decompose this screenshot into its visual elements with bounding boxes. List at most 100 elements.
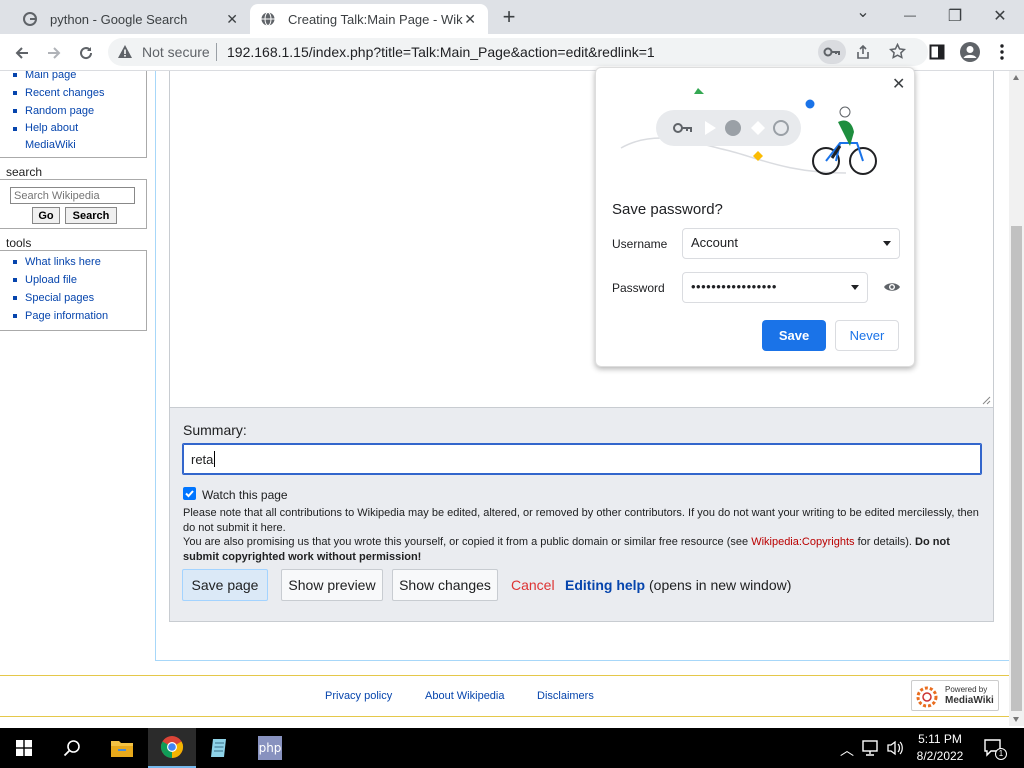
notepad-taskbar-button[interactable] [196, 728, 244, 768]
copyright-notice: Please note that all contributions to Wi… [183, 506, 983, 564]
taskbar-search-button[interactable] [48, 728, 96, 768]
menu-kebab-icon[interactable] [998, 43, 1006, 61]
key-icon[interactable] [818, 40, 846, 64]
php-icon: php [258, 736, 282, 760]
php-taskbar-button[interactable]: php [246, 728, 294, 768]
footer-link-disclaimers[interactable]: Disclaimers [537, 690, 594, 702]
go-button[interactable]: Go [32, 207, 60, 224]
chevron-down-icon [851, 285, 859, 290]
url-text[interactable]: 192.168.1.15/index.php?title=Talk:Main_P… [227, 44, 655, 60]
navigation-portlet: Main page Recent changes Random page Hel… [0, 71, 147, 158]
browser-toolbar: Not secure 192.168.1.15/index.php?title=… [0, 34, 1024, 71]
new-tab-button[interactable]: + [497, 4, 521, 30]
tool-link-what-links-here[interactable]: What links here [0, 253, 146, 271]
show-changes-button[interactable]: Show changes [392, 569, 498, 601]
show-preview-button[interactable]: Show preview [281, 569, 383, 601]
reload-icon[interactable] [74, 41, 98, 65]
save-password-dialog: ✕ Save password? Username Account Passwo… [595, 67, 915, 367]
close-tab-icon[interactable]: ✕ [464, 11, 476, 28]
scroll-up-arrow-icon[interactable] [1013, 75, 1019, 80]
nav-link-help-about[interactable]: Help about MediaWiki [0, 120, 110, 154]
nav-link-main-page[interactable]: Main page [0, 71, 146, 84]
tool-link-upload-file[interactable]: Upload file [0, 271, 146, 289]
php-label: php [258, 741, 282, 755]
copyrights-link[interactable]: Wikipedia:Copyrights [751, 536, 854, 548]
volume-icon[interactable] [886, 740, 904, 756]
text-cursor [214, 451, 215, 467]
powered-by-text: Powered by [945, 685, 988, 694]
never-button[interactable]: Never [835, 320, 899, 351]
close-window-button[interactable]: ✕ [988, 6, 1012, 26]
globe-icon [261, 12, 275, 26]
search-portlet: Go Search [0, 179, 147, 229]
tab-google-search[interactable]: python - Google Search ✕ [8, 4, 248, 34]
summary-input[interactable]: reta [182, 443, 982, 475]
username-value: Account [691, 235, 738, 250]
restore-button[interactable]: ❐ [943, 6, 967, 26]
chrome-taskbar-button[interactable] [148, 728, 196, 768]
network-icon[interactable] [862, 740, 880, 756]
watch-label[interactable]: Watch this page [202, 488, 288, 502]
powered-by-mediawiki-badge[interactable]: Powered by MediaWiki [911, 680, 999, 711]
editing-help: Editing help (opens in new window) [565, 577, 791, 593]
password-select[interactable]: ••••••••••••••••• [682, 272, 868, 303]
nav-link-recent-changes[interactable]: Recent changes [0, 84, 146, 102]
password-value: ••••••••••••••••• [691, 279, 777, 294]
notice-text-2-mid: for details). [854, 536, 916, 548]
back-icon[interactable] [10, 41, 34, 65]
forward-icon[interactable] [42, 41, 66, 65]
share-icon[interactable] [855, 44, 871, 60]
tool-link-special-pages[interactable]: Special pages [0, 289, 146, 307]
cancel-link[interactable]: Cancel [511, 577, 555, 593]
windows-taskbar: php ︿ 5:11 PM 8/2/2022 1 [0, 728, 1024, 768]
tab-creating-talk[interactable]: Creating Talk:Main Page - Wikipe ✕ [250, 4, 488, 34]
notice-text-1: Please note that all contributions to Wi… [183, 507, 979, 534]
watch-checkbox[interactable] [183, 487, 196, 500]
username-select[interactable]: Account [682, 228, 900, 259]
clock-date[interactable]: 8/2/2022 [914, 749, 966, 763]
scroll-down-arrow-icon[interactable] [1013, 717, 1019, 722]
tab-title: python - Google Search [50, 11, 188, 27]
close-dialog-icon[interactable]: ✕ [892, 74, 905, 94]
resize-grip-icon[interactable] [982, 396, 991, 405]
scrollbar-thumb[interactable] [1011, 226, 1022, 711]
editing-help-link[interactable]: Editing help [565, 577, 645, 593]
search-heading: search [6, 165, 43, 179]
clock-time[interactable]: 5:11 PM [916, 732, 964, 746]
chevron-up-icon[interactable]: ︿ [840, 740, 854, 760]
tab-search-dropdown-icon[interactable]: ⌄ [851, 2, 875, 22]
windows-logo-icon [16, 740, 32, 756]
tools-portlet: What links here Upload file Special page… [0, 250, 147, 331]
mediawiki-flower-icon [916, 686, 938, 708]
google-icon [23, 12, 37, 26]
summary-value: reta [191, 452, 214, 467]
nav-link-random-page[interactable]: Random page [0, 102, 146, 120]
search-input[interactable] [10, 187, 135, 204]
folder-icon [111, 741, 133, 757]
start-button[interactable] [0, 728, 48, 768]
close-tab-icon[interactable]: ✕ [226, 11, 238, 28]
eye-icon[interactable] [883, 280, 901, 294]
bookmark-star-icon[interactable] [889, 43, 906, 60]
summary-label: Summary: [183, 422, 247, 438]
mediawiki-text: MediaWiki [945, 695, 994, 706]
editing-help-suffix: (opens in new window) [649, 577, 792, 593]
side-panel-icon[interactable] [929, 44, 945, 60]
separator [216, 43, 217, 61]
tool-link-page-information[interactable]: Page information [0, 307, 146, 325]
address-bar[interactable]: Not secure 192.168.1.15/index.php?title=… [108, 38, 928, 66]
chevron-down-icon [883, 241, 891, 246]
notice-text-2: You are also promising us that you wrote… [183, 535, 983, 564]
footer-link-about[interactable]: About Wikipedia [425, 690, 505, 702]
warning-icon [118, 45, 132, 58]
search-button[interactable]: Search [65, 207, 117, 224]
minimize-button[interactable]: — [898, 8, 922, 22]
page-scrollbar[interactable] [1009, 71, 1024, 726]
profile-avatar-icon[interactable] [959, 41, 981, 63]
save-page-button[interactable]: Save page [182, 569, 268, 601]
save-password-button[interactable]: Save [762, 320, 826, 351]
notification-count-badge: 1 [995, 748, 1007, 760]
edit-options: Summary: reta Watch this page Please not… [169, 408, 994, 622]
file-explorer-button[interactable] [98, 728, 146, 768]
footer-link-privacy-policy[interactable]: Privacy policy [325, 690, 392, 702]
